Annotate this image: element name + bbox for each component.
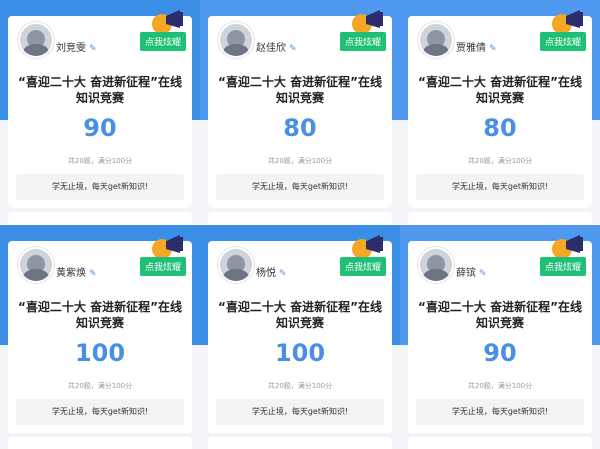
edit-pen-icon[interactable]: ✎ [479,269,487,279]
user-name: 薛镔 ✎ [456,268,487,279]
score: 80 [483,114,517,142]
user-name: 刘竞雯 ✎ [56,43,97,54]
avatar[interactable] [18,22,54,58]
user-name: 赵佳欣 ✎ [256,43,297,54]
question-info: 共20题，满分100分 [67,382,133,390]
show-off-button[interactable]: 点我炫耀 [539,32,586,51]
score: 80 [283,114,317,142]
motto-box: 学无止境，每天get新知识! [416,399,584,425]
quiz-title: “喜迎二十大 奋进新征程”在线知识竞赛 [18,75,182,105]
motto-box: 学无止境，每天get新知识! [216,399,384,425]
question-info: 共20题，满分100分 [467,382,533,390]
quiz-title: “喜迎二十大 奋进新征程”在线知识竞赛 [418,300,582,330]
result-cell-4: 黄紫焕 ✎ 点我炫耀 “喜迎二十大 奋进新征程”在线知识竞赛 100 共20题，满… [0,225,200,449]
next-card-peek [408,212,592,224]
result-card: 贾雅倩 ✎ 点我炫耀 “喜迎二十大 奋进新征程”在线知识竞赛 80 共20题，满分… [408,10,592,208]
next-card-peek [408,437,592,449]
show-off-button[interactable]: 点我炫耀 [339,257,386,276]
result-cell-6: 薛镔 ✎ 点我炫耀 “喜迎二十大 奋进新征程”在线知识竞赛 90 共20题，满分1… [400,225,600,449]
avatar[interactable] [218,247,254,283]
result-card: 薛镔 ✎ 点我炫耀 “喜迎二十大 奋进新征程”在线知识竞赛 90 共20题，满分1… [408,235,592,433]
edit-pen-icon[interactable]: ✎ [289,44,297,54]
score: 90 [483,339,517,367]
quiz-title: “喜迎二十大 奋进新征程”在线知识竞赛 [218,75,382,105]
score: 100 [74,339,126,367]
question-info: 共20题，满分100分 [67,157,133,165]
show-off-button[interactable]: 点我炫耀 [539,257,586,276]
motto-box: 学无止境，每天get新知识! [16,399,184,425]
show-off-button[interactable]: 点我炫耀 [339,32,386,51]
next-card-peek [8,437,192,449]
result-card: 赵佳欣 ✎ 点我炫耀 “喜迎二十大 奋进新征程”在线知识竞赛 80 共20题，满分… [208,10,392,208]
avatar[interactable] [18,247,54,283]
quiz-title: “喜迎二十大 奋进新征程”在线知识竞赛 [418,75,582,105]
motto-box: 学无止境，每天get新知识! [216,174,384,200]
next-card-peek [208,212,392,224]
edit-pen-icon[interactable]: ✎ [89,44,97,54]
motto-box: 学无止境，每天get新知识! [416,174,584,200]
result-cell-5: 杨悦 ✎ 点我炫耀 “喜迎二十大 奋进新征程”在线知识竞赛 100 共20题，满分… [200,225,400,449]
score: 100 [274,339,326,367]
quiz-title: “喜迎二十大 奋进新征程”在线知识竞赛 [18,300,182,330]
result-card: 黄紫焕 ✎ 点我炫耀 “喜迎二十大 奋进新征程”在线知识竞赛 100 共20题，满… [8,235,192,433]
edit-pen-icon[interactable]: ✎ [489,44,497,54]
avatar[interactable] [218,22,254,58]
quiz-title: “喜迎二十大 奋进新征程”在线知识竞赛 [218,300,382,330]
score: 90 [83,114,117,142]
result-card: 刘竞雯 ✎ 点我炫耀 “喜迎二十大 奋进新征程”在线知识竞赛 90 共20题，满分… [8,10,192,208]
edit-pen-icon[interactable]: ✎ [89,269,97,279]
result-cell-2: 赵佳欣 ✎ 点我炫耀 “喜迎二十大 奋进新征程”在线知识竞赛 80 共20题，满分… [200,0,400,224]
user-name: 贾雅倩 ✎ [456,43,497,54]
user-name: 黄紫焕 ✎ [56,268,97,279]
result-cell-1: 刘竞雯 ✎ 点我炫耀 “喜迎二十大 奋进新征程”在线知识竞赛 90 共20题，满分… [0,0,200,224]
edit-pen-icon[interactable]: ✎ [279,269,287,279]
show-off-button[interactable]: 点我炫耀 [139,32,186,51]
motto-box: 学无止境，每天get新知识! [16,174,184,200]
next-card-peek [208,437,392,449]
question-info: 共20题，满分100分 [267,157,333,165]
question-info: 共20题，满分100分 [467,157,533,165]
show-off-button[interactable]: 点我炫耀 [139,257,186,276]
result-card: 杨悦 ✎ 点我炫耀 “喜迎二十大 奋进新征程”在线知识竞赛 100 共20题，满分… [208,235,392,433]
question-info: 共20题，满分100分 [267,382,333,390]
result-cell-3: 贾雅倩 ✎ 点我炫耀 “喜迎二十大 奋进新征程”在线知识竞赛 80 共20题，满分… [400,0,600,224]
next-card-peek [8,212,192,224]
avatar[interactable] [418,22,454,58]
avatar[interactable] [418,247,454,283]
user-name: 杨悦 ✎ [256,268,287,279]
